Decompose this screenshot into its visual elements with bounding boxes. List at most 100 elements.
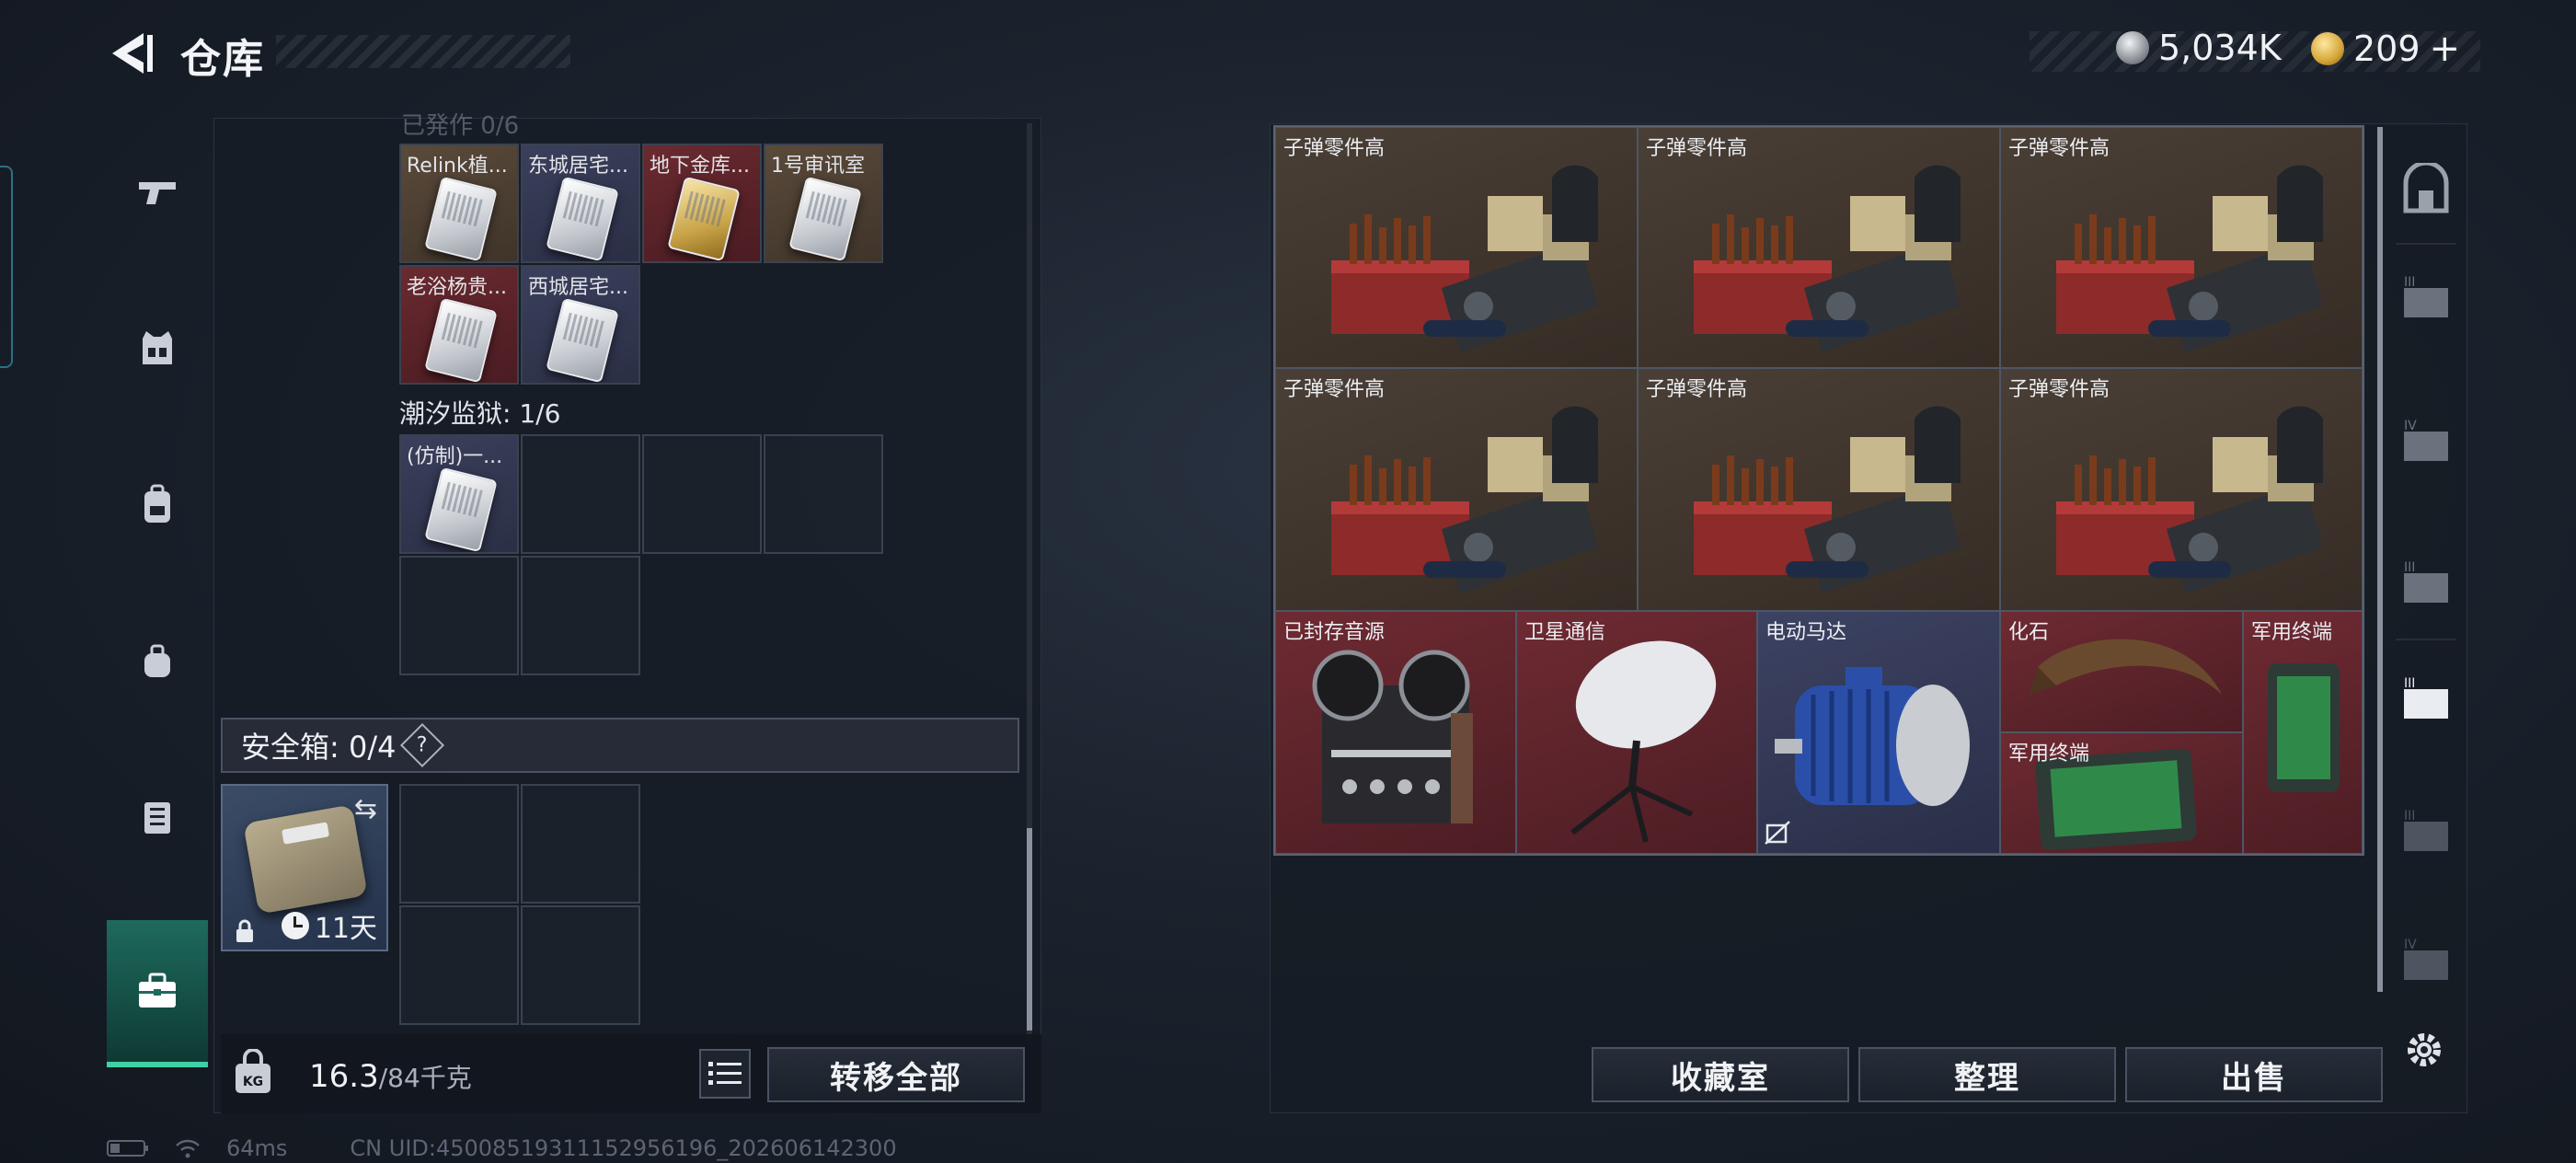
rnav-storage-4[interactable]: IV	[2386, 401, 2466, 484]
gold-currency[interactable]: 209 +	[2311, 28, 2460, 70]
keycard-slot[interactable]: Relink植...	[399, 144, 519, 263]
item-label: 子弹零件高	[1283, 378, 1386, 401]
ammo-parts-item[interactable]: 子弹零件高	[2000, 368, 2363, 611]
organize-button[interactable]: 整理	[1858, 1047, 2116, 1102]
pouch-icon	[144, 644, 170, 677]
page-title: 仓库	[180, 36, 265, 83]
left-nav	[107, 118, 208, 1084]
weight-max: /84千克	[378, 1063, 472, 1093]
nav-armor[interactable]	[107, 302, 208, 394]
keycard-icon	[788, 176, 862, 261]
ammo-parts-item[interactable]: 子弹零件高	[2000, 127, 2363, 368]
ammo-parts-icon	[1331, 406, 1598, 593]
safe-slot[interactable]	[521, 905, 640, 1025]
nav-weapons[interactable]	[107, 145, 208, 237]
empty-slot[interactable]	[764, 434, 883, 554]
item-label: 电动马达	[1765, 621, 1847, 644]
svg-text:IV: IV	[2404, 938, 2417, 952]
ammo-parts-icon	[1694, 165, 1961, 352]
ammo-parts-item[interactable]: 子弹零件高	[1638, 127, 2000, 368]
rnav-storage-3[interactable]: III	[2386, 258, 2466, 340]
silver-amount: 5,034K	[2158, 28, 2282, 68]
safe-slot[interactable]	[521, 784, 640, 904]
rnav-storage-3b[interactable]: III	[2386, 543, 2466, 626]
vest-icon	[143, 331, 172, 364]
back-button[interactable]	[103, 28, 158, 79]
help-icon[interactable]: ?	[400, 722, 445, 768]
keycard-icon	[424, 466, 498, 552]
keycard-icon	[424, 176, 498, 261]
add-currency-icon[interactable]: +	[2430, 28, 2461, 70]
empty-slot[interactable]	[399, 556, 519, 675]
lock-icon	[236, 919, 253, 942]
sell-button[interactable]: 出售	[2125, 1047, 2383, 1102]
keycard-label: 老浴杨贵...	[407, 276, 507, 299]
right-scrollbar[interactable]	[2377, 127, 2383, 992]
case-icon	[144, 802, 170, 834]
keycard-icon	[667, 176, 741, 261]
status-bar: 64ms CN UID:45008519311152956196_2026061…	[107, 1135, 897, 1161]
keycard-slot[interactable]: 地下金库...	[642, 144, 762, 263]
ammo-parts-item[interactable]: 子弹零件高	[1638, 368, 2000, 611]
title-decoration	[276, 35, 570, 68]
no-sell-icon	[1765, 821, 1790, 845]
vault-door-icon	[2403, 163, 2449, 213]
left-scrollbar[interactable]	[1027, 828, 1032, 1031]
silver-coin-icon	[2116, 31, 2149, 64]
gear-icon[interactable]	[2401, 1027, 2447, 1073]
nav-pouch[interactable]	[107, 615, 208, 707]
days-remaining: 11天	[314, 913, 377, 945]
fossil-item[interactable]: 化石	[2000, 611, 2243, 732]
military-terminal-item[interactable]: 军用终端	[2243, 611, 2363, 854]
keycard-slot[interactable]: 东城居宅...	[521, 144, 640, 263]
keycard-slot[interactable]: (仿制)一...	[399, 434, 519, 554]
safe-slot[interactable]	[399, 784, 519, 904]
svg-text:KG: KG	[243, 1075, 263, 1089]
ammo-parts-icon	[1331, 165, 1598, 352]
rnav-vault[interactable]	[2386, 147, 2466, 230]
gold-amount: 209	[2353, 29, 2421, 69]
prison-section-title: 潮汐监狱: 1/6	[399, 398, 561, 429]
weight-current: 16.3	[309, 1058, 379, 1095]
transfer-all-button[interactable]: 转移全部	[767, 1047, 1025, 1102]
satellite-comm-item[interactable]: 卫星通信	[1516, 611, 1757, 854]
list-icon	[708, 1062, 742, 1085]
rnav-storage-add[interactable]: IV	[2386, 920, 2466, 1003]
safe-box-item[interactable]: ⇆ 11天	[221, 784, 388, 951]
silver-currency: 5,034K	[2116, 28, 2282, 68]
ammo-parts-item[interactable]: 子弹零件高	[1275, 127, 1638, 368]
electric-motor-item[interactable]: 电动马达	[1757, 611, 2000, 854]
list-view-button[interactable]	[699, 1049, 751, 1099]
collection-room-button[interactable]: 收藏室	[1592, 1047, 1849, 1102]
collection-header: 已発作 0/6	[401, 112, 520, 140]
rnav-storage-active[interactable]: III	[2386, 659, 2466, 742]
nav-storage[interactable]	[107, 920, 208, 1067]
right-nav: III IV III III III IV	[2386, 147, 2466, 1067]
item-label: 已封存音源	[1283, 621, 1386, 644]
storage-add-icon: IV	[2404, 938, 2448, 980]
keycard-label: Relink植...	[407, 155, 508, 178]
keycard-slot[interactable]: 1号审讯室	[764, 144, 883, 263]
keycard-slot[interactable]: 老浴杨贵...	[399, 265, 519, 385]
ammo-parts-icon	[1694, 406, 1961, 593]
empty-slot[interactable]	[521, 434, 640, 554]
empty-slot[interactable]	[642, 434, 762, 554]
uid-readout: CN UID:45008519311152956196_202606142300	[350, 1135, 897, 1161]
empty-slot[interactable]	[521, 556, 640, 675]
weight-readout: 16.3/84千克	[309, 1058, 472, 1095]
nav-case[interactable]	[107, 771, 208, 863]
safe-slot[interactable]	[399, 905, 519, 1025]
rnav-storage-3c[interactable]: III	[2386, 791, 2466, 874]
storage-level-icon: III	[2404, 275, 2448, 317]
sealed-audio-item[interactable]: 已封存音源	[1275, 611, 1516, 854]
ammo-parts-item[interactable]: 子弹零件高	[1275, 368, 1638, 611]
swap-icon[interactable]: ⇆	[354, 793, 377, 825]
item-label: 子弹零件高	[2008, 378, 2110, 401]
keycard-slot[interactable]: 西城居宅...	[521, 265, 640, 385]
keycard-icon	[424, 297, 498, 383]
military-terminal-item[interactable]: 军用终端	[2000, 732, 2243, 854]
nav-backpack[interactable]	[107, 458, 208, 550]
safe-box-header: 安全箱: 0/4 ?	[221, 718, 1019, 773]
svg-text:IV: IV	[2404, 419, 2417, 433]
keycard-icon	[546, 176, 619, 261]
